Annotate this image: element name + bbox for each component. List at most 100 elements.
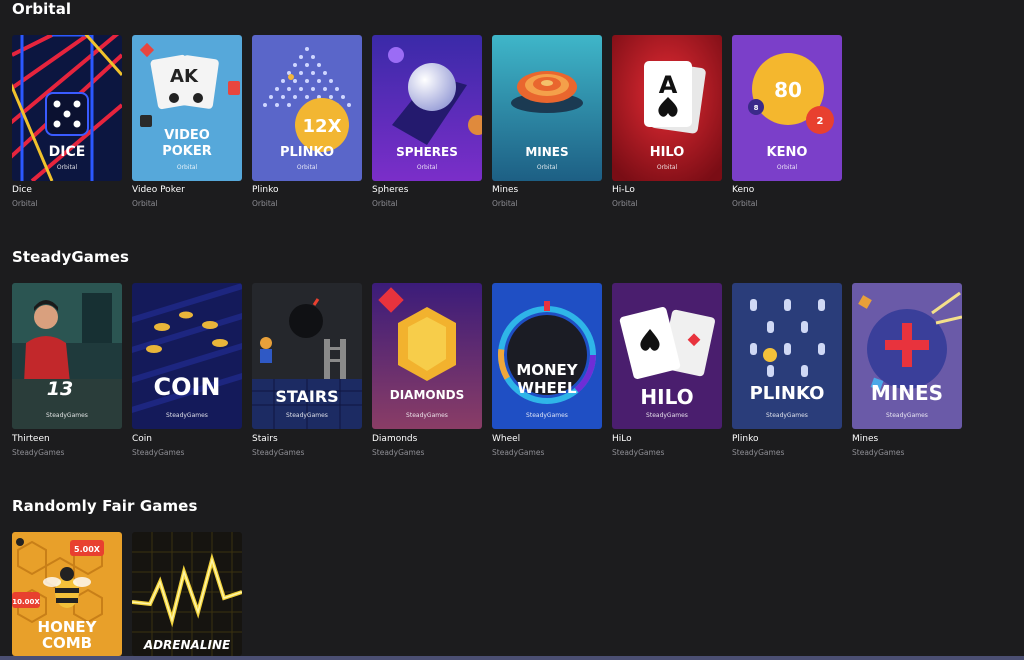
keno-ball-big: 80 <box>774 78 802 102</box>
mines-steady-banner-provider: SteadyGames <box>886 412 928 419</box>
coin-banner: COIN <box>153 373 220 401</box>
game-provider: SteadyGames <box>252 448 305 457</box>
mines-steady-thumbnail: MINES SteadyGames <box>852 283 962 429</box>
stairs-thumbnail: STAIRS SteadyGames <box>252 283 362 429</box>
section-title-steadygames: SteadyGames <box>12 248 130 266</box>
game-title: Diamonds <box>372 434 418 444</box>
coin-thumbnail: COIN SteadyGames <box>132 283 242 429</box>
video-poker-thumbnail: AK VIDEO POKER Orbital <box>132 35 242 181</box>
game-provider: SteadyGames <box>852 448 905 457</box>
adrenaline-thumbnail: ADRENALINE <box>132 532 242 656</box>
video-poker-banner-line1: VIDEO <box>164 128 210 143</box>
hi-lo-banner: HILO <box>650 145 685 160</box>
stairs-banner-provider: SteadyGames <box>286 412 328 419</box>
game-card-mines-steady[interactable]: MINES SteadyGames <box>852 283 962 429</box>
wheel-banner-line1: MONEY <box>516 361 578 379</box>
game-title: Dice <box>12 185 32 195</box>
caption-hilo-steady: HiLo SteadyGames <box>612 434 722 457</box>
game-title: Plinko <box>252 185 279 195</box>
game-card-spheres[interactable]: SPHERES Orbital <box>372 35 482 181</box>
caption-stairs: Stairs SteadyGames <box>252 434 362 457</box>
game-card-video-poker[interactable]: AK VIDEO POKER Orbital <box>132 35 242 181</box>
caption-plinko-orbital: Plinko Orbital <box>252 185 362 208</box>
hilo-card-rank: A <box>659 71 678 99</box>
keno-ball-tiny: 8 <box>754 104 759 112</box>
game-provider: SteadyGames <box>132 448 185 457</box>
keno-banner-provider: Orbital <box>777 164 798 171</box>
caption-coin: Coin SteadyGames <box>132 434 242 457</box>
video-poker-banner-line2: POKER <box>162 144 212 159</box>
hilo-steady-banner-provider: SteadyGames <box>646 412 688 419</box>
game-card-honeycomb[interactable]: 5.00X 10.00X HONEY COMB <box>12 532 122 656</box>
diamonds-thumbnail: DIAMONDS SteadyGames <box>372 283 482 429</box>
game-card-dice[interactable]: DICE Orbital <box>12 35 122 181</box>
caption-mines-steady: Mines SteadyGames <box>852 434 962 457</box>
mines-orbital-thumbnail: MINES Orbital <box>492 35 602 181</box>
game-card-diamonds[interactable]: DIAMONDS SteadyGames <box>372 283 482 429</box>
video-poker-banner-provider: Orbital <box>177 164 198 171</box>
mines-steady-banner: MINES <box>871 381 943 405</box>
game-card-hi-lo[interactable]: A HILO Orbital <box>612 35 722 181</box>
hilo-steady-thumbnail: HILO SteadyGames <box>612 283 722 429</box>
honeycomb-thumbnail: 5.00X 10.00X HONEY COMB <box>12 532 122 656</box>
thirteen-banner-provider: SteadyGames <box>46 412 88 419</box>
section-title-orbital: Orbital <box>12 0 72 18</box>
bottom-bar <box>0 656 1024 660</box>
dice-thumbnail: DICE Orbital <box>12 35 122 181</box>
game-title: Stairs <box>252 434 278 444</box>
game-card-thirteen[interactable]: 13 SteadyGames <box>12 283 122 429</box>
keno-thumbnail: 80 2 8 KENO Orbital <box>732 35 842 181</box>
diamonds-banner: DIAMONDS <box>390 388 465 402</box>
caption-hi-lo: Hi-Lo Orbital <box>612 185 722 208</box>
mines-orbital-banner: MINES <box>525 145 568 159</box>
game-title: Mines <box>492 185 519 195</box>
plinko-steady-thumbnail: PLINKO SteadyGames <box>732 283 842 429</box>
game-card-plinko-orbital[interactable]: 12X PLINKO Orbital <box>252 35 362 181</box>
hi-lo-thumbnail: A HILO Orbital <box>612 35 722 181</box>
game-title: Wheel <box>492 434 521 444</box>
caption-keno: Keno Orbital <box>732 185 842 208</box>
game-card-plinko-steady[interactable]: PLINKO SteadyGames <box>732 283 842 429</box>
dice-banner: DICE <box>49 144 86 160</box>
honeycomb-mult-b: 10.00X <box>12 598 40 606</box>
game-provider: Orbital <box>132 199 158 208</box>
diamonds-banner-provider: SteadyGames <box>406 412 448 419</box>
game-title: Hi-Lo <box>612 185 635 195</box>
game-card-coin[interactable]: COIN SteadyGames <box>132 283 242 429</box>
caption-dice: Dice Orbital <box>12 185 122 208</box>
caption-spheres: Spheres Orbital <box>372 185 482 208</box>
thirteen-thumbnail: 13 SteadyGames <box>12 283 122 429</box>
game-title: Coin <box>132 434 152 444</box>
mines-orbital-banner-provider: Orbital <box>537 164 558 171</box>
game-card-wheel[interactable]: MONEY WHEEL SteadyGames <box>492 283 602 429</box>
caption-diamonds: Diamonds SteadyGames <box>372 434 482 457</box>
game-card-keno[interactable]: 80 2 8 KENO Orbital <box>732 35 842 181</box>
thirteen-banner: 13 <box>47 378 73 400</box>
spheres-thumbnail: SPHERES Orbital <box>372 35 482 181</box>
game-provider: SteadyGames <box>612 448 665 457</box>
game-provider: Orbital <box>612 199 638 208</box>
game-title: Video Poker <box>132 185 185 195</box>
honeycomb-mult-a: 5.00X <box>74 545 101 554</box>
plinko-orbital-thumbnail: 12X PLINKO Orbital <box>252 35 362 181</box>
game-provider: SteadyGames <box>732 448 785 457</box>
stairs-banner: STAIRS <box>275 387 338 406</box>
game-title: Plinko <box>732 434 759 444</box>
caption-wheel: Wheel SteadyGames <box>492 434 602 457</box>
game-provider: SteadyGames <box>492 448 545 457</box>
plinko-multiplier: 12X <box>303 116 342 137</box>
game-provider: Orbital <box>732 199 758 208</box>
game-provider: SteadyGames <box>372 448 425 457</box>
game-card-stairs[interactable]: STAIRS SteadyGames <box>252 283 362 429</box>
wheel-thumbnail: MONEY WHEEL SteadyGames <box>492 283 602 429</box>
adrenaline-banner: ADRENALINE <box>143 638 231 652</box>
game-provider: Orbital <box>492 199 518 208</box>
game-card-mines-orbital[interactable]: MINES Orbital <box>492 35 602 181</box>
game-card-hilo-steady[interactable]: HILO SteadyGames <box>612 283 722 429</box>
hi-lo-banner-provider: Orbital <box>657 164 678 171</box>
spheres-banner-provider: Orbital <box>417 164 438 171</box>
game-card-adrenaline[interactable]: ADRENALINE <box>132 532 242 656</box>
dice-banner-provider: Orbital <box>57 164 78 171</box>
plinko-steady-banner: PLINKO <box>750 383 825 404</box>
wheel-banner-line2: WHEEL <box>517 379 577 397</box>
